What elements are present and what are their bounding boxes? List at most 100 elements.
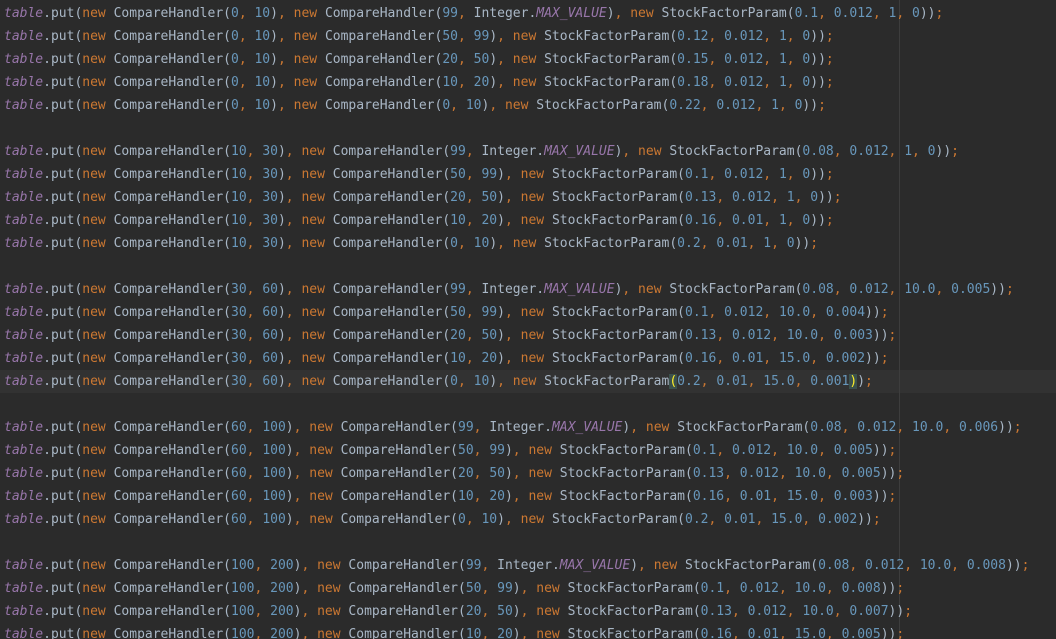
method-name: put [50,167,75,182]
paren-token: ( [442,144,451,159]
code-line[interactable]: table.put(new CompareHandler(30, 60), ne… [4,347,889,370]
keyword-new: new [536,581,560,596]
comma-token: , [504,213,521,228]
comma-token: , [285,328,302,343]
paren-token: ) [1005,558,1014,573]
number-literal: 0.01 [724,512,756,527]
code-line[interactable]: table.put(new CompareHandler(0, 10), new… [4,48,834,71]
comma-token: , [301,627,318,639]
comma-token: , [246,305,263,320]
code-line[interactable]: table.put(new CompareHandler(60, 100), n… [4,485,896,508]
class-name: CompareHandler [340,420,451,435]
number-literal: 0.006 [958,420,999,435]
number-literal: 0.13 [700,604,732,619]
keyword-new: new [293,98,318,113]
paren-token: ( [442,167,451,182]
class-name: StockFactorParam [544,374,670,389]
comma-token: , [497,29,513,44]
comma-token: , [520,627,537,639]
code-line[interactable]: table.put(new CompareHandler(0, 10), new… [4,71,834,94]
map-variable: table [4,489,44,504]
class-name: CompareHandler [113,328,224,343]
dot-token: . [536,282,545,297]
paren-token: ) [277,374,286,389]
semicolon-token: ; [1013,420,1022,435]
number-literal: 0 [231,98,239,113]
dot-token: . [551,558,560,573]
method-name: put [50,98,75,113]
code-line[interactable]: table.put(new CompareHandler(60, 100), n… [4,508,881,531]
paren-token: ( [442,374,451,389]
code-line[interactable]: table.put(new CompareHandler(10, 30), ne… [4,140,959,163]
code-line[interactable]: table.put(new CompareHandler(30, 60), ne… [4,301,889,324]
keyword-new: new [528,489,552,504]
paren-token: ) [504,443,513,458]
paren-token: ) [606,6,615,21]
code-line[interactable]: table.put(new CompareHandler(60, 100), n… [4,416,1022,439]
comma-token: , [716,443,732,458]
code-line[interactable]: table.put(new CompareHandler(10, 30), ne… [4,232,818,255]
comma-token: , [293,466,310,481]
comma-token: , [622,144,639,159]
comma-token: , [755,98,772,113]
code-line[interactable]: table.put(new CompareHandler(30, 60), ne… [4,370,873,393]
code-line[interactable]: table.put(new CompareHandler(30, 60), ne… [4,324,896,347]
comma-token: , [810,305,826,320]
code-line[interactable]: table.put(new CompareHandler(10, 30), ne… [4,209,834,232]
semicolon-token: ; [825,52,834,67]
method-name: put [50,581,75,596]
paren-token: ) [857,512,866,527]
code-line[interactable]: table.put(new CompareHandler(30, 60), ne… [4,278,1014,301]
number-literal: 200 [270,558,294,573]
comma-token: , [771,328,787,343]
code-line[interactable]: table.put(new CompareHandler(10, 30), ne… [4,186,842,209]
number-literal: 0.012 [833,6,873,21]
number-literal: 99 [489,443,505,458]
code-line[interactable]: table.put(new CompareHandler(100, 200), … [4,600,912,623]
class-name: StockFactorParam [544,29,670,44]
comma-token: , [771,236,787,251]
number-literal: 0.16 [700,627,732,639]
code-line[interactable]: table.put(new CompareHandler(100, 200), … [4,554,1029,577]
code-line[interactable]: table.put(new CompareHandler(0, 10), new… [4,25,834,48]
semicolon-token: ; [880,305,889,320]
code-line[interactable]: table.put(new CompareHandler(100, 200), … [4,577,904,600]
keyword-new: new [317,627,341,639]
code-line[interactable]: table.put(new CompareHandler(100, 200), … [4,623,904,639]
keyword-new: new [653,558,678,573]
paren-token: ( [450,512,458,527]
code-line[interactable]: table.put(new CompareHandler(10, 30), ne… [4,163,834,186]
comma-token: , [512,466,529,481]
number-literal: 10 [458,489,474,504]
paren-token: ( [458,627,466,639]
semicolon-token: ; [1021,558,1030,573]
class-name: StockFactorParam [559,466,685,481]
comma-token: , [458,75,474,90]
comma-token: , [716,351,732,366]
class-name: CompareHandler [332,190,443,205]
class-name: CompareHandler [332,236,443,251]
number-literal: 0.012 [724,29,764,44]
code-line[interactable]: table.put(new CompareHandler(0, 10), new… [4,94,826,117]
paren-token: ( [223,489,231,504]
map-variable: table [4,627,44,639]
class-name: CompareHandler [113,282,224,297]
code-line[interactable]: table.put(new CompareHandler(0, 10), new… [4,2,943,25]
comma-token: , [786,52,803,67]
keyword-new: new [317,581,341,596]
number-literal: 30 [231,351,247,366]
class-name: CompareHandler [113,213,224,228]
code-line[interactable]: table.put(new CompareHandler(60, 100), n… [4,462,904,485]
comma-token: , [465,167,482,182]
comma-token: , [301,604,318,619]
keyword-new: new [520,190,545,205]
keyword-new: new [638,282,662,297]
code-editor[interactable]: table. put ( new CompareHandler (0, 10), new… [0,0,1056,639]
code-line[interactable]: table.put(new CompareHandler(60, 100), n… [4,439,896,462]
